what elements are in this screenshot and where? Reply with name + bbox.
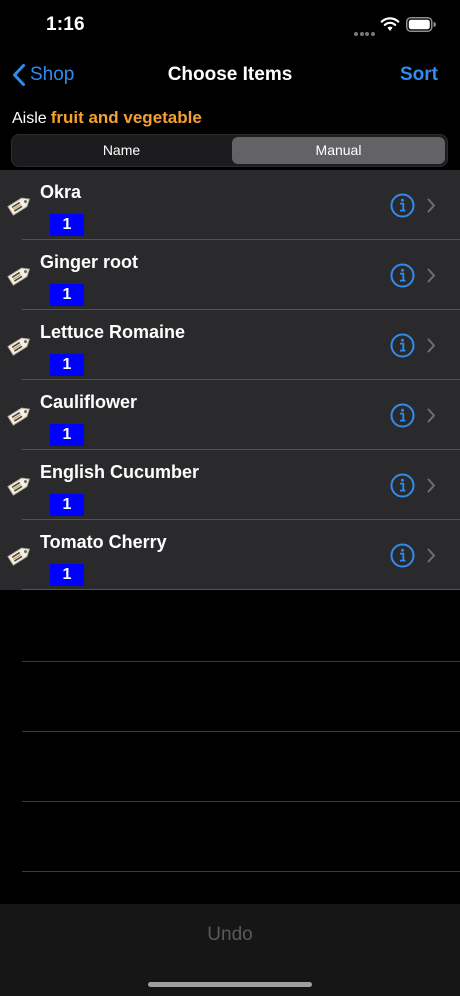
cellular-signal-icon xyxy=(354,23,376,36)
item-name: Ginger root xyxy=(40,252,138,272)
list-item[interactable]: English Cucumber 1 xyxy=(0,450,460,520)
empty-row xyxy=(0,732,460,802)
undo-button[interactable]: Undo xyxy=(0,924,460,946)
price-tag-icon xyxy=(7,197,30,216)
list-item[interactable]: Ginger root 1 xyxy=(0,240,460,310)
chevron-right-icon xyxy=(427,408,435,423)
navigation-bar: Shop Choose Items Sort xyxy=(0,50,460,100)
item-name: English Cucumber xyxy=(40,462,200,482)
segment-manual[interactable]: Manual xyxy=(232,137,445,164)
list-item[interactable]: Lettuce Romaine 1 xyxy=(0,310,460,380)
price-tag-icon xyxy=(7,267,30,286)
list-item[interactable]: Tomato Cherry 1 xyxy=(0,520,460,590)
item-name: Lettuce Romaine xyxy=(40,322,186,342)
quantity-badge: 1 xyxy=(50,214,84,236)
wifi-icon xyxy=(380,17,400,31)
status-bar: 1:16 xyxy=(0,0,460,50)
price-tag-icon xyxy=(7,547,30,566)
quantity-badge: 1 xyxy=(50,564,84,586)
empty-row xyxy=(0,802,460,872)
quantity-badge: 1 xyxy=(50,284,84,306)
item-name: Okra xyxy=(40,182,82,202)
empty-row xyxy=(0,592,460,662)
aisle-name: fruit and vegetable xyxy=(50,108,202,127)
info-circle-icon[interactable] xyxy=(390,333,415,358)
row-separator xyxy=(22,871,460,872)
price-tag-icon xyxy=(7,407,30,426)
info-circle-icon[interactable] xyxy=(390,473,415,498)
aisle-header: Aisle fruit and vegetable xyxy=(12,108,202,128)
home-indicator xyxy=(148,982,312,987)
list-item[interactable]: Cauliflower 1 xyxy=(0,380,460,450)
quantity-badge: 1 xyxy=(50,354,84,376)
aisle-prefix: Aisle xyxy=(12,110,47,127)
row-separator xyxy=(22,589,460,590)
info-circle-icon[interactable] xyxy=(390,403,415,428)
list-item[interactable]: Okra 1 xyxy=(0,170,460,240)
status-time: 1:16 xyxy=(46,14,85,35)
info-circle-icon[interactable] xyxy=(390,193,415,218)
battery-icon xyxy=(406,17,436,32)
quantity-badge: 1 xyxy=(50,494,84,516)
chevron-right-icon xyxy=(427,478,435,493)
empty-row xyxy=(0,662,460,732)
page-title: Choose Items xyxy=(167,64,293,85)
bottom-toolbar: Undo xyxy=(0,904,460,996)
price-tag-icon xyxy=(7,477,30,496)
empty-rows xyxy=(0,592,460,872)
item-list: Okra 1 Ginger root 1 Lettuce Romaine 1 C… xyxy=(0,170,460,590)
info-circle-icon[interactable] xyxy=(390,263,415,288)
chevron-right-icon xyxy=(427,548,435,563)
price-tag-icon xyxy=(7,337,30,356)
info-circle-icon[interactable] xyxy=(390,543,415,568)
chevron-right-icon xyxy=(427,268,435,283)
item-name: Cauliflower xyxy=(40,392,138,412)
segment-name[interactable]: Name xyxy=(14,137,229,164)
item-name: Tomato Cherry xyxy=(40,532,167,552)
sort-button[interactable]: Sort xyxy=(400,64,438,86)
chevron-right-icon xyxy=(427,338,435,353)
quantity-badge: 1 xyxy=(50,424,84,446)
chevron-right-icon xyxy=(427,198,435,213)
sort-mode-segmented-control: Name Manual xyxy=(11,134,448,167)
